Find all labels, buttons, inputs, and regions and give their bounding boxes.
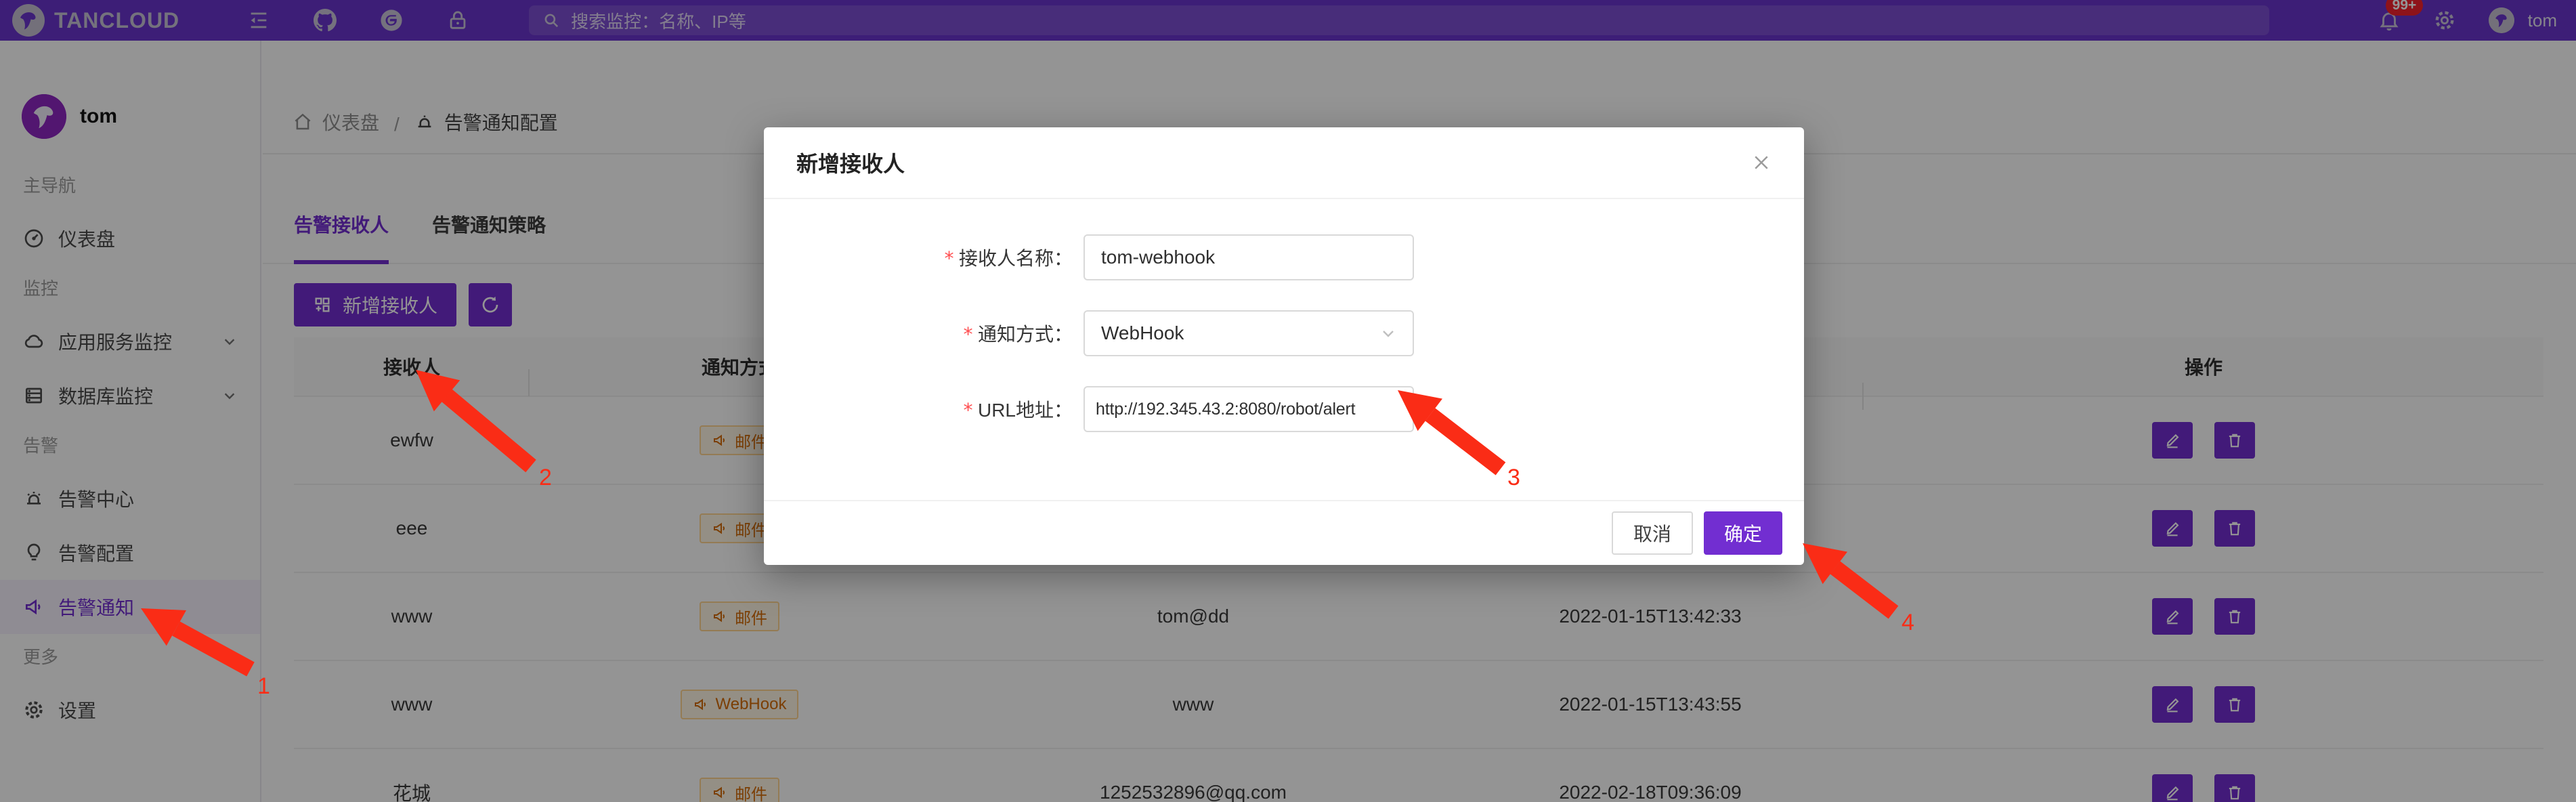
modal-footer: 取消 确定 [764,500,1804,565]
modal-title: 新增接收人 [796,147,905,178]
add-recipient-modal: 新增接收人 *接收人名称： tom-webhook *通知方式： WebHook… [764,127,1804,565]
field-label: *接收人名称： [764,244,1073,271]
chevron-down-icon [1380,325,1396,341]
recipient-name-input[interactable]: tom-webhook [1083,234,1414,280]
app-window: TANCLOUD 搜索监控：名称、IP等 [0,0,2576,802]
required-mark: * [962,323,974,345]
url-input[interactable]: http://192.345.43.2:8080/robot/alert [1083,386,1414,432]
modal-body: *接收人名称： tom-webhook *通知方式： WebHook *URL地… [764,199,1804,432]
required-mark: * [943,247,955,270]
form-row-notify-method: *通知方式： WebHook [764,310,1804,356]
form-row-recipient-name: *接收人名称： tom-webhook [764,234,1804,280]
form-row-url: *URL地址： http://192.345.43.2:8080/robot/a… [764,386,1804,432]
modal-header: 新增接收人 [764,127,1804,199]
notify-method-select[interactable]: WebHook [1083,310,1414,356]
required-mark: * [962,399,974,421]
field-label: *通知方式： [764,320,1073,347]
cancel-button[interactable]: 取消 [1612,511,1693,555]
confirm-button[interactable]: 确定 [1704,511,1782,555]
close-icon[interactable] [1751,152,1772,173]
field-label: *URL地址： [764,396,1073,423]
